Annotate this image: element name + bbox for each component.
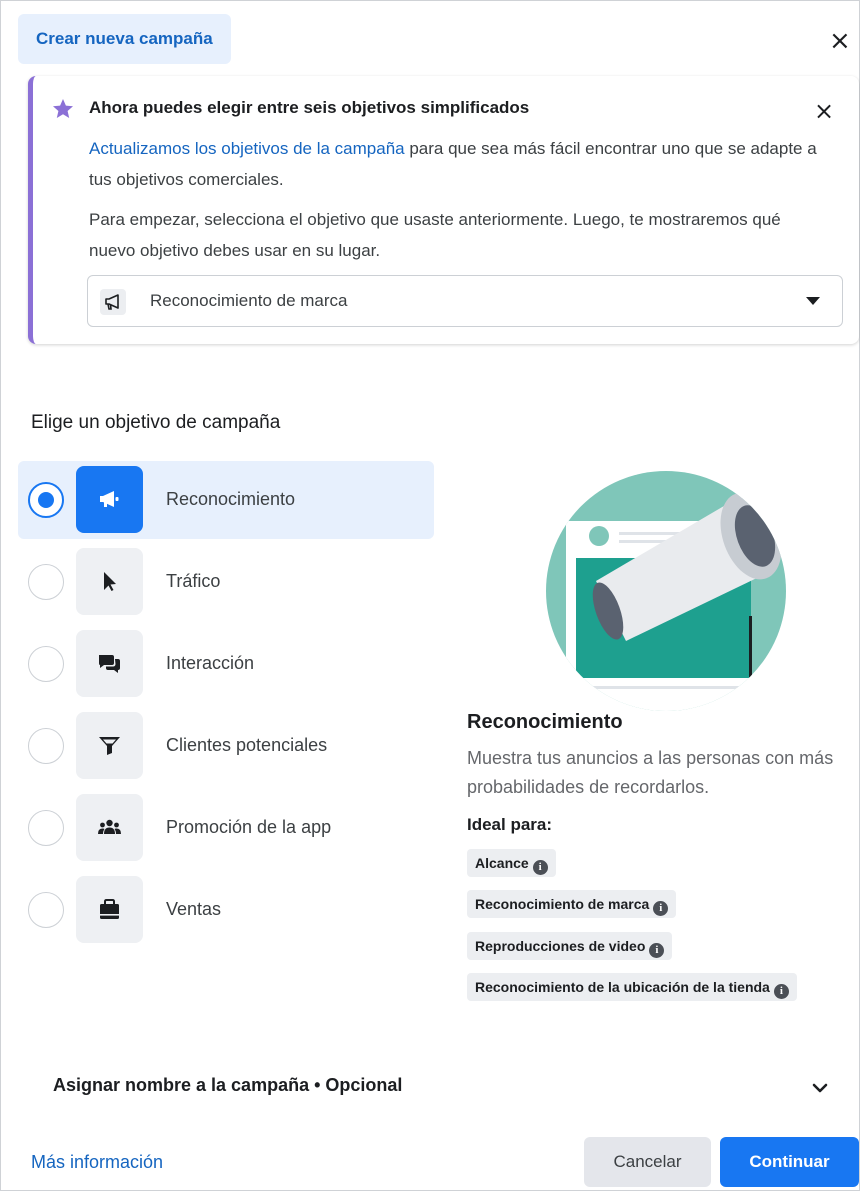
chip-label: Reconocimiento de la ubicación de la tie… xyxy=(475,979,770,995)
radio-button[interactable] xyxy=(28,892,64,928)
info-icon[interactable]: i xyxy=(649,943,665,958)
chevron-down-icon[interactable] xyxy=(811,1079,829,1097)
ideal-chip: Reconocimiento de la ubicación de la tie… xyxy=(467,973,797,1001)
shopping-bag-icon xyxy=(76,876,143,943)
objective-label: Tráfico xyxy=(166,571,221,591)
chip-label: Reconocimiento de marca xyxy=(475,896,650,912)
dialog-close-icon[interactable]: × xyxy=(829,28,851,54)
megaphone-icon xyxy=(76,466,143,533)
info-icon[interactable]: i xyxy=(653,901,669,916)
objective-label: Reconocimiento xyxy=(166,489,296,509)
objective-option-reconocimiento[interactable]: Reconocimiento xyxy=(18,461,434,539)
ideal-chip: Reproducciones de video i xyxy=(467,932,673,960)
objectives-heading: Elige un objetivo de campaña xyxy=(31,412,281,433)
radio-button[interactable] xyxy=(28,564,64,600)
objective-label: Promoción de la app xyxy=(166,817,332,837)
banner-paragraph-2: Para empezar, selecciona el objetivo que… xyxy=(89,210,781,260)
info-icon[interactable]: i xyxy=(773,984,789,999)
radio-button[interactable] xyxy=(28,728,64,764)
megaphone-outline-icon xyxy=(100,289,126,315)
ideal-chip: Reconocimiento de marca i xyxy=(467,890,677,918)
chip-label: Alcance xyxy=(475,855,529,871)
banner-title: Ahora puedes elegir entre seis objetivos… xyxy=(89,98,530,117)
filter-icon xyxy=(76,712,143,779)
objective-option-interaccion[interactable]: Interacción xyxy=(18,625,434,703)
radio-button[interactable] xyxy=(28,810,64,846)
more-info-link[interactable]: Más información xyxy=(31,1152,163,1173)
detail-description: Muestra tus anuncios a las personas con … xyxy=(467,748,834,797)
objectives-link[interactable]: Actualizamos los objetivos de la campaña xyxy=(89,139,405,158)
banner-paragraph-1: Actualizamos los objetivos de la campaña… xyxy=(89,133,819,195)
campaign-name-toggle[interactable]: Asignar nombre a la campaña • Opcional xyxy=(53,1075,402,1096)
detail-title: Reconocimiento xyxy=(467,711,623,733)
radio-button[interactable] xyxy=(28,646,64,682)
caret-down-icon xyxy=(806,297,820,305)
radio-button[interactable] xyxy=(28,482,64,518)
ideal-for-label: Ideal para: xyxy=(467,815,553,834)
people-icon xyxy=(76,794,143,861)
objective-option-ventas[interactable]: Ventas xyxy=(18,871,434,949)
continue-button[interactable]: Continuar xyxy=(720,1137,859,1187)
megaphone-illustration xyxy=(546,471,786,711)
objective-label: Interacción xyxy=(166,653,255,673)
objective-option-promocion-app[interactable]: Promoción de la app xyxy=(18,789,434,867)
objective-option-trafico[interactable]: Tráfico xyxy=(18,543,434,621)
objective-option-clientes-potenciales[interactable]: Clientes potenciales xyxy=(18,707,434,785)
objective-label: Clientes potenciales xyxy=(166,735,328,755)
info-icon[interactable]: i xyxy=(532,860,548,875)
chip-label: Reproducciones de video xyxy=(475,938,646,954)
objective-label: Ventas xyxy=(166,899,222,919)
create-campaign-dialog: Crear nueva campaña × Ahora puedes elegi… xyxy=(0,0,860,1191)
previous-objective-select[interactable]: Reconocimiento de marca xyxy=(87,275,843,327)
dialog-title: Crear nueva campaña xyxy=(18,14,231,64)
banner-close-icon[interactable]: × xyxy=(814,98,834,124)
cancel-button[interactable]: Cancelar xyxy=(584,1137,711,1187)
cursor-icon xyxy=(76,548,143,615)
chat-bubbles-icon xyxy=(76,630,143,697)
star-icon xyxy=(53,99,73,118)
ideal-chip: Alcance i xyxy=(467,849,556,877)
select-value: Reconocimiento de marca xyxy=(150,291,348,310)
